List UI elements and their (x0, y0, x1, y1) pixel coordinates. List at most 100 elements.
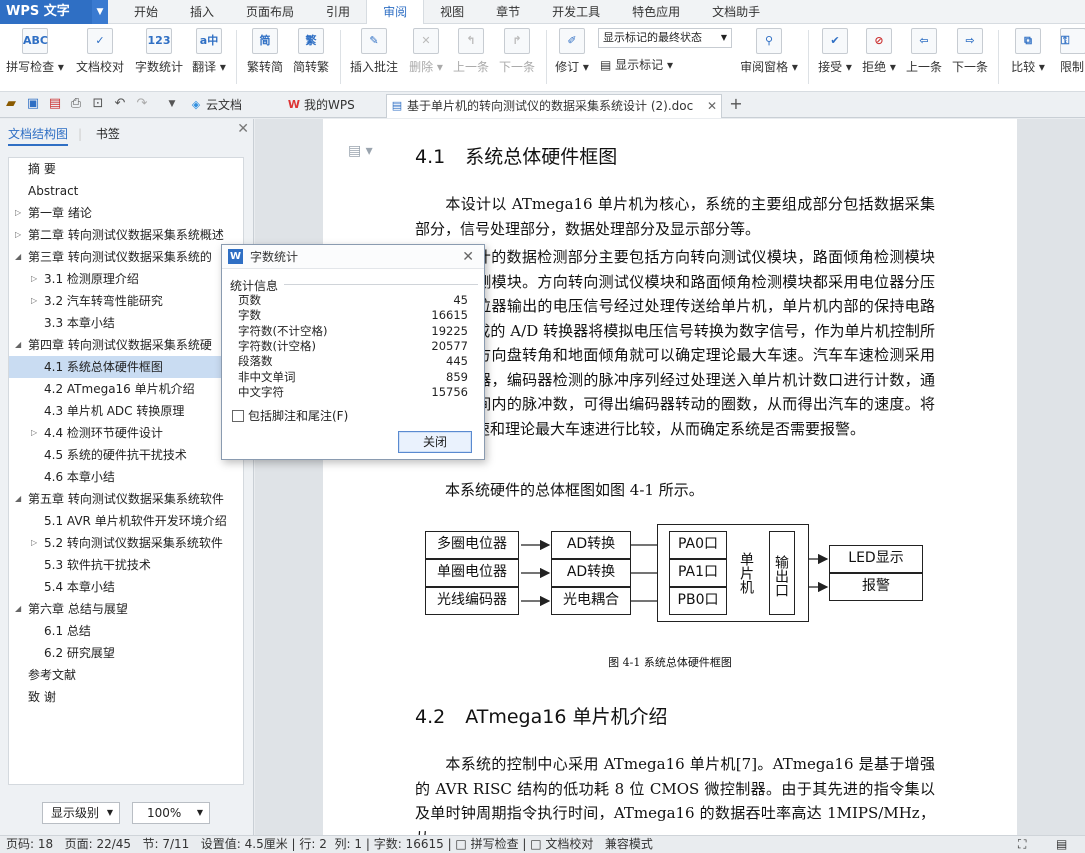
tab-my-wps[interactable]: W 我的WPS (284, 94, 380, 118)
page-view-icon[interactable]: ▤ (1056, 836, 1067, 853)
outline-item[interactable]: 3.3 本章小结 (9, 312, 243, 334)
simp-to-trad-button[interactable]: 繁简转繁 (290, 28, 332, 84)
wps-app-menu[interactable]: WPS 文字 ▼ (0, 0, 108, 24)
review-pane-button[interactable]: ⚲ 审阅窗格 ▾ (738, 28, 800, 84)
word-count-button[interactable]: 123 字数统计 (132, 28, 186, 84)
outline-item[interactable]: ▷ 3.2 汽车转弯性能研究 (9, 290, 243, 312)
outline-item[interactable]: 6.2 研究展望 (9, 642, 243, 664)
outline-item[interactable]: 4.1 系统总体硬件框图 (9, 356, 243, 378)
outline-item[interactable]: 5.1 AVR 单片机软件开发环境介绍 (9, 510, 243, 532)
menu-tab[interactable]: 开始 (118, 0, 174, 24)
delete-comment-button[interactable]: ✕ 删除 ▾ (406, 28, 446, 84)
level-select[interactable]: 显示级别 ▼ (42, 802, 120, 824)
outline-item[interactable]: 6.1 总结 (9, 620, 243, 642)
trad-to-simp-button[interactable]: 简繁转简 (244, 28, 286, 84)
expand-arrow-icon[interactable]: ▷ (31, 532, 37, 554)
print-icon[interactable]: ⎙ (68, 96, 84, 112)
close-icon[interactable]: ✕ (462, 245, 474, 269)
outline-item[interactable]: 5.4 本章小结 (9, 576, 243, 598)
zoom-select[interactable]: 100% ▼ (132, 802, 210, 824)
outline-item[interactable]: 致 谢 (9, 686, 243, 708)
outline-item[interactable]: ◢ 第四章 转向测试仪数据采集系统硬 (9, 334, 243, 356)
menu-tab[interactable]: 文档助手 (696, 0, 776, 24)
expand-arrow-icon[interactable]: ▷ (31, 422, 37, 444)
document-page[interactable]: ▤ ▾ 4.1 系统总体硬件框图 本设计以 ATmega16 单片机为核心，系统的… (323, 119, 1017, 835)
collapse-arrow-icon[interactable]: ◢ (15, 598, 21, 620)
expand-arrow-icon[interactable]: ▷ (15, 224, 21, 246)
show-markup-button[interactable]: ▤ 显示标记 ▾ (600, 56, 682, 78)
undo-icon[interactable]: ↶ (112, 96, 128, 112)
close-icon[interactable]: ✕ (237, 121, 249, 137)
track-changes-button[interactable]: ✐ 修订 ▾ (552, 28, 592, 84)
expand-arrow-icon[interactable]: ▷ (15, 202, 21, 224)
outline-item[interactable]: ▷ 4.4 检测环节硬件设计 (9, 422, 243, 444)
fullscreen-icon[interactable]: ⛶ (1018, 836, 1026, 853)
outline-item[interactable]: ▷ 第一章 绪论 (9, 202, 243, 224)
menu-tab[interactable]: 插入 (174, 0, 230, 24)
restrict-button[interactable]: ⚿ 限制 (1060, 28, 1085, 84)
menu-tab[interactable]: 特色应用 (616, 0, 696, 24)
outline-item[interactable]: 4.6 本章小结 (9, 466, 243, 488)
menu-tab[interactable]: 章节 (480, 0, 536, 24)
outline-item[interactable]: 摘 要 (9, 158, 243, 180)
chevron-down-icon[interactable]: ▼ (164, 96, 180, 112)
outline-item[interactable]: ▷ 5.2 转向测试仪数据采集系统软件 (9, 532, 243, 554)
new-tab-plus-icon[interactable]: + (728, 96, 744, 112)
outline-item[interactable]: ▷ 3.1 检测原理介绍 (9, 268, 243, 290)
doc-proof-button[interactable]: ✓ 文档校对 (72, 28, 128, 84)
close-button[interactable]: 关闭 (398, 431, 472, 453)
accept-button[interactable]: ✔ 接受 ▾ (816, 28, 854, 84)
collapse-arrow-icon[interactable]: ◢ (15, 488, 21, 510)
tab-bookmarks[interactable]: 书签 (96, 127, 120, 141)
paragraph-marker-icon[interactable]: ▤ ▾ (348, 143, 373, 159)
prev-change-button[interactable]: ⇦ 上一条 (904, 28, 944, 84)
export-pdf-icon[interactable]: ▤ (47, 96, 63, 112)
outline-item[interactable]: 5.3 软件抗干扰技术 (9, 554, 243, 576)
close-icon[interactable]: ✕ (707, 95, 717, 117)
converter-box: AD转换 (551, 531, 631, 559)
menu-tab[interactable]: 开发工具 (536, 0, 616, 24)
prev-comment-button[interactable]: ↰ 上一条 (450, 28, 492, 84)
redo-icon[interactable]: ↷ (134, 96, 150, 112)
reject-button[interactable]: ⊘ 拒绝 ▾ (860, 28, 898, 84)
menu-tab[interactable]: 引用 (310, 0, 366, 24)
save-icon[interactable]: ▣ (25, 96, 41, 112)
status-spell-check[interactable]: □ 拼写检查 (455, 837, 518, 851)
checkbox[interactable] (232, 410, 244, 422)
outline-item[interactable]: 4.2 ATmega16 单片机介绍 (9, 378, 243, 400)
markup-state-select[interactable]: 显示标记的最终状态 ▼ (598, 28, 732, 48)
outline-item[interactable]: ◢ 第三章 转向测试仪数据采集系统的 (9, 246, 243, 268)
expand-arrow-icon[interactable]: ▷ (31, 290, 37, 312)
translate-button[interactable]: a中 翻译 ▾ (190, 28, 228, 84)
print-preview-icon[interactable]: ⊡ (90, 96, 106, 112)
outline-item[interactable]: 4.3 单片机 ADC 转换原理 (9, 400, 243, 422)
compare-button[interactable]: ⧉ 比较 ▾ (1008, 28, 1048, 84)
status-proof[interactable]: □ 文档校对 (530, 837, 593, 851)
outline-item[interactable]: Abstract (9, 180, 243, 202)
tab-cloud-docs[interactable]: ◈ 云文档 (186, 94, 276, 118)
collapse-arrow-icon[interactable]: ◢ (15, 334, 21, 356)
tab-outline[interactable]: 文档结构图 (8, 127, 69, 146)
menu-tab[interactable]: 视图 (424, 0, 480, 24)
include-footnotes-checkbox[interactable]: 包括脚注和尾注(F) (232, 407, 348, 424)
outline-item[interactable]: ◢ 第五章 转向测试仪数据采集系统软件 (9, 488, 243, 510)
outline-item[interactable]: ◢ 第六章 总结与展望 (9, 598, 243, 620)
menu-tab[interactable]: 审阅 (366, 0, 425, 25)
spell-check-button[interactable]: ABC 拼写检查 ▾ (6, 28, 64, 84)
outline-item[interactable]: ▷ 第二章 转向测试仪数据采集系统概述 (9, 224, 243, 246)
collapse-arrow-icon[interactable]: ◢ (15, 246, 21, 268)
chevron-down-icon[interactable]: ▼ (92, 0, 108, 24)
dialog-title-bar[interactable]: W 字数统计 ✕ (222, 245, 484, 269)
outline-item[interactable]: 4.5 系统的硬件抗干扰技术 (9, 444, 243, 466)
expand-arrow-icon[interactable]: ▷ (31, 268, 37, 290)
stat-row: 中文字符 15756 (238, 385, 468, 400)
open-folder-icon[interactable]: ▰ (3, 96, 19, 112)
outline-item[interactable]: 参考文献 (9, 664, 243, 686)
menu-tab[interactable]: 页面布局 (230, 0, 310, 24)
status-page[interactable]: 页面: 22/45 (65, 837, 131, 851)
status-word-count[interactable]: 字数: 16615 (374, 837, 444, 851)
insert-comment-button[interactable]: ✎ 插入批注 (346, 28, 402, 84)
next-comment-button[interactable]: ↱ 下一条 (496, 28, 538, 84)
tab-current-document[interactable]: ▤ 基于单片机的转向测试仪的数据采集系统设计 (2).doc ✕ (386, 94, 722, 118)
next-change-button[interactable]: ⇨ 下一条 (950, 28, 990, 84)
